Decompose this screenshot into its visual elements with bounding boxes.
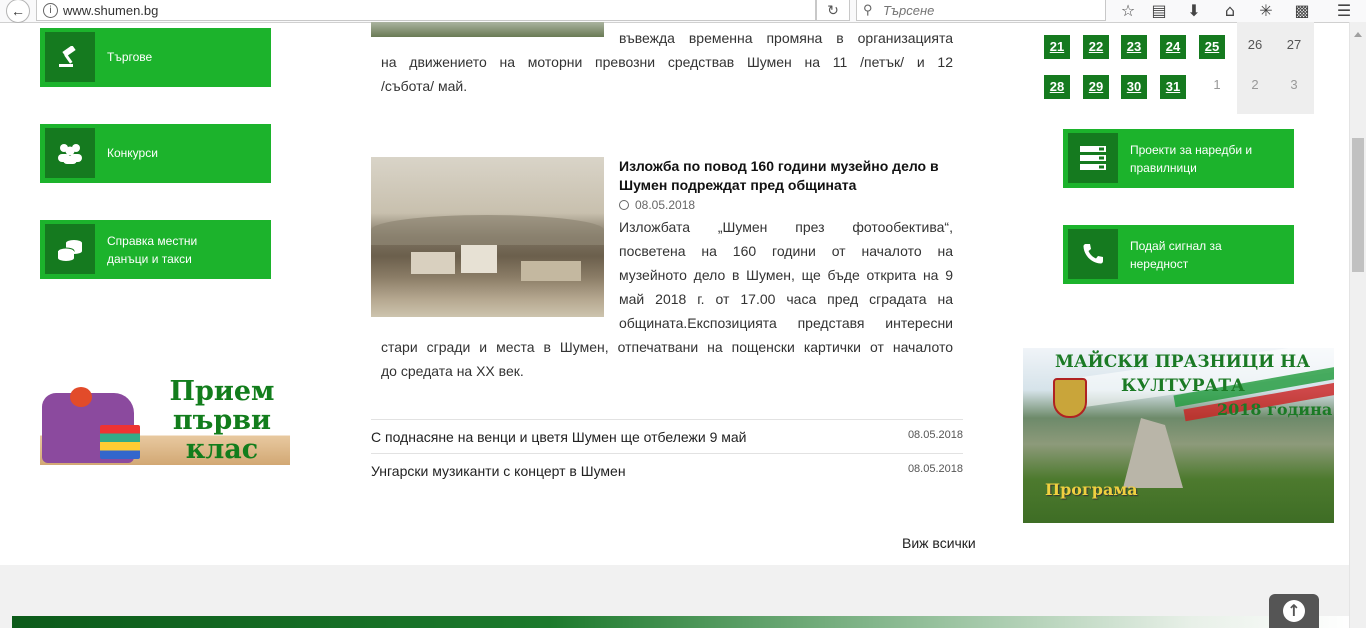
extension-icon[interactable]: ✳ bbox=[1255, 1, 1277, 21]
banner-program-label: Програма bbox=[1045, 480, 1138, 499]
news-list-date: 08.05.2018 bbox=[907, 429, 963, 441]
draft-regulations-label: Проекти за наредби и правилници bbox=[1130, 143, 1253, 175]
news-list-title[interactable]: Унгарски музиканти с концерт в Шумен bbox=[371, 463, 626, 479]
download-icon[interactable]: ⬇ bbox=[1183, 1, 1205, 21]
news-excerpt-line: стари сгради и места в Шумен, отпечатван… bbox=[381, 339, 953, 355]
back-button[interactable]: ← bbox=[6, 0, 30, 23]
draft-regulations-button[interactable]: Проекти за наредби и правилници bbox=[1063, 129, 1294, 188]
coat-of-arms-icon bbox=[1053, 378, 1087, 418]
news-excerpt-line: на движението на моторни превозни средст… bbox=[381, 54, 953, 70]
search-bar[interactable]: ⚲ bbox=[856, 0, 1106, 21]
calendar-day: 3 bbox=[1290, 77, 1298, 92]
bookmark-star-icon[interactable]: ☆ bbox=[1117, 1, 1139, 21]
report-irregularity-label: Подай сигнал за нередност bbox=[1130, 239, 1222, 271]
news-image[interactable] bbox=[371, 22, 604, 37]
monument-illustration bbox=[1123, 418, 1183, 488]
calendar-day[interactable]: 22 bbox=[1083, 35, 1109, 59]
news-date: 08.05.2018 bbox=[619, 198, 695, 212]
search-icon: ⚲ bbox=[863, 2, 873, 17]
news-excerpt-line: общината.Експозицията представя интересн… bbox=[619, 315, 953, 331]
calendar-day: 2 bbox=[1251, 77, 1259, 92]
view-all-link[interactable]: Виж всички bbox=[902, 535, 976, 551]
calendar-day[interactable]: 25 bbox=[1199, 35, 1225, 59]
apple-illustration bbox=[70, 387, 92, 407]
gavel-icon bbox=[45, 32, 95, 82]
reload-button[interactable]: ↻ bbox=[816, 0, 850, 21]
sidebar-item-label: Конкурси bbox=[107, 146, 158, 160]
news-excerpt-line: Изложбата „Шумен през фотообектива“, bbox=[619, 219, 953, 235]
sidebar-item-auctions[interactable]: Търгове bbox=[40, 28, 271, 87]
clock-icon bbox=[619, 200, 629, 210]
culture-festival-banner[interactable]: МАЙСКИ ПРАЗНИЦИ НА КУЛТУРАТА 2018 година… bbox=[1023, 348, 1334, 523]
calendar-day: 27 bbox=[1286, 37, 1302, 52]
calendar-day[interactable]: 23 bbox=[1121, 35, 1147, 59]
calendar-day[interactable]: 31 bbox=[1160, 75, 1186, 99]
extension-icon[interactable]: ▩ bbox=[1291, 1, 1313, 21]
calendar-day[interactable]: 28 bbox=[1044, 75, 1070, 99]
document-list-icon bbox=[1068, 133, 1118, 183]
sidebar-item-label: Търгове bbox=[107, 50, 153, 64]
menu-icon[interactable]: ☰ bbox=[1333, 1, 1355, 21]
browser-toolbar: ← i www.shumen.bg ↻ ⚲ ☆ ▤ ⬇ ⌂ ✳ ▩ ☰ bbox=[0, 0, 1366, 23]
sidebar-item-local-taxes[interactable]: Справка местни данъци и такси bbox=[40, 220, 271, 279]
news-image[interactable] bbox=[371, 157, 604, 317]
news-list-title[interactable]: С поднасяне на венци и цветя Шумен ще от… bbox=[371, 429, 746, 445]
news-date-text: 08.05.2018 bbox=[635, 198, 696, 212]
sidebar-item-label: Справка местни данъци и такси bbox=[107, 234, 198, 266]
news-excerpt-line: /събота/ май. bbox=[381, 78, 468, 94]
news-title-link[interactable]: Изложба по повод 160 години музейно дело… bbox=[619, 157, 959, 195]
calendar-day[interactable]: 21 bbox=[1044, 35, 1070, 59]
books-illustration bbox=[100, 425, 140, 459]
calendar-day[interactable]: 24 bbox=[1160, 35, 1186, 59]
footer-green-bar bbox=[12, 616, 1354, 628]
news-excerpt-line: посветена на 160 години от началото на bbox=[619, 243, 953, 259]
scroll-up-arrow-icon[interactable] bbox=[1354, 32, 1362, 37]
banner-title-line: МАЙСКИ ПРАЗНИЦИ НА bbox=[1055, 352, 1311, 372]
url-bar[interactable]: i www.shumen.bg bbox=[36, 0, 816, 21]
scroll-to-top-button[interactable]: ↑ bbox=[1269, 594, 1319, 628]
phone-icon bbox=[1068, 229, 1118, 279]
calendar-day[interactable]: 30 bbox=[1121, 75, 1147, 99]
search-input[interactable] bbox=[881, 2, 1095, 19]
news-list-date: 08.05.2018 bbox=[907, 463, 963, 475]
promo-text: Прием първи клас bbox=[169, 376, 275, 465]
first-grade-promo-banner[interactable]: Прием първи клас bbox=[40, 373, 290, 465]
scrollbar-thumb[interactable] bbox=[1352, 138, 1364, 272]
page-scrollbar[interactable] bbox=[1349, 22, 1366, 628]
banner-title-line: КУЛТУРАТА bbox=[1121, 376, 1245, 396]
news-excerpt-line: въвежда временна промяна в организацията bbox=[619, 30, 953, 46]
sidebar-item-contests[interactable]: Конкурси bbox=[40, 124, 271, 183]
url-text: www.shumen.bg bbox=[63, 3, 159, 18]
news-excerpt-line: май 2018 г. от 17.00 часа пред сградата … bbox=[619, 291, 953, 307]
news-list-item[interactable]: С поднасяне на венци и цветя Шумен ще от… bbox=[371, 419, 963, 453]
news-list-item[interactable]: Унгарски музиканти с концерт в Шумен 08.… bbox=[371, 453, 963, 487]
people-icon bbox=[45, 128, 95, 178]
back-icon: ← bbox=[11, 3, 25, 19]
calendar-day: 1 bbox=[1213, 77, 1221, 92]
news-excerpt-line: до средата на XX век. bbox=[381, 363, 524, 379]
report-irregularity-button[interactable]: Подай сигнал за нередност bbox=[1063, 225, 1294, 284]
arrow-up-icon: ↑ bbox=[1283, 600, 1305, 622]
reader-icon[interactable]: ▤ bbox=[1148, 1, 1170, 21]
info-icon[interactable]: i bbox=[43, 3, 58, 18]
news-excerpt-line: музейното дело в Шумен, ще бъде открита … bbox=[619, 267, 953, 283]
calendar-day[interactable]: 29 bbox=[1083, 75, 1109, 99]
banner-year: 2018 година bbox=[1217, 400, 1333, 419]
reload-icon: ↻ bbox=[827, 2, 839, 18]
home-icon[interactable]: ⌂ bbox=[1219, 1, 1241, 21]
calendar-day: 26 bbox=[1247, 37, 1263, 52]
coins-icon bbox=[45, 224, 95, 274]
